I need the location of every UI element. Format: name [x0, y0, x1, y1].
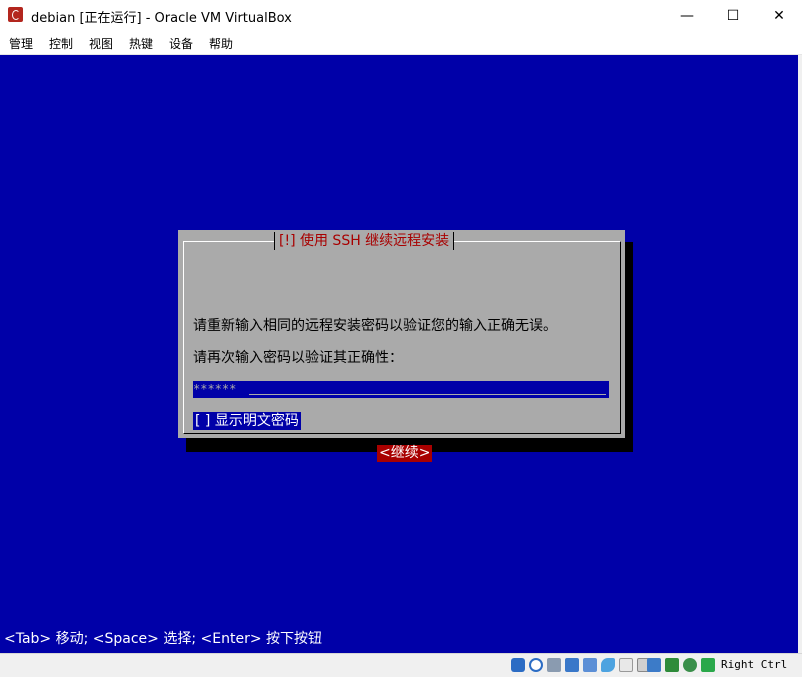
mouse-integration-icon[interactable] — [683, 658, 697, 672]
menu-view[interactable]: 视图 — [89, 35, 113, 52]
close-button[interactable]: ✕ — [756, 0, 802, 31]
keyboard-capture-icon[interactable] — [701, 658, 715, 672]
shared-folders-icon[interactable] — [601, 658, 615, 672]
display-icon[interactable] — [619, 658, 633, 672]
password-value: ****** — [193, 382, 237, 396]
vm-statusbar: Right Ctrl — [0, 653, 802, 677]
password-input[interactable]: ****** — [193, 381, 609, 398]
dialog-title: [!] 使用 SSH 继续远程安装 — [274, 232, 455, 250]
audio-icon[interactable] — [547, 658, 561, 672]
dialog-message: 请重新输入相同的远程安装密码以验证您的输入正确无误。 — [193, 318, 557, 334]
dialog-frame — [183, 241, 621, 434]
window-titlebar: debian [正在运行] - Oracle VM VirtualBox — ☐… — [0, 0, 802, 31]
installer-dialog: [!] 使用 SSH 继续远程安装 请重新输入相同的远程安装密码以验证您的输入正… — [178, 230, 625, 462]
menu-control[interactable]: 控制 — [49, 35, 73, 52]
continue-button[interactable]: <继续> — [377, 445, 433, 462]
menu-bar: 管理 控制 视图 热键 设备 帮助 — [0, 31, 802, 55]
menu-help[interactable]: 帮助 — [209, 35, 233, 52]
maximize-button[interactable]: ☐ — [710, 0, 756, 31]
show-password-checkbox[interactable]: [ ] 显示明文密码 — [193, 412, 301, 430]
virtualization-icon[interactable] — [647, 658, 661, 672]
window-title: debian [正在运行] - Oracle VM VirtualBox — [31, 11, 292, 26]
menu-manage[interactable]: 管理 — [9, 35, 33, 52]
keyboard-hint: <Tab> 移动; <Space> 选择; <Enter> 按下按钮 — [4, 631, 323, 647]
menu-devices[interactable]: 设备 — [169, 35, 193, 52]
minimize-button[interactable]: — — [664, 0, 710, 31]
usb-icon[interactable] — [583, 658, 597, 672]
network-icon[interactable] — [565, 658, 579, 672]
input-underline — [249, 394, 606, 395]
virtualbox-icon — [8, 7, 23, 22]
cpu-icon — [665, 658, 679, 672]
vm-screen[interactable]: [!] 使用 SSH 继续远程安装 请重新输入相同的远程安装密码以验证您的输入正… — [0, 55, 798, 653]
host-key-label: Right Ctrl — [721, 658, 788, 671]
password-prompt: 请再次输入密码以验证其正确性： — [193, 350, 403, 366]
menu-hotkeys[interactable]: 热键 — [129, 35, 153, 52]
optical-drive-icon[interactable] — [529, 658, 543, 672]
hard-disk-icon[interactable] — [511, 658, 525, 672]
screen-edge — [798, 55, 802, 653]
